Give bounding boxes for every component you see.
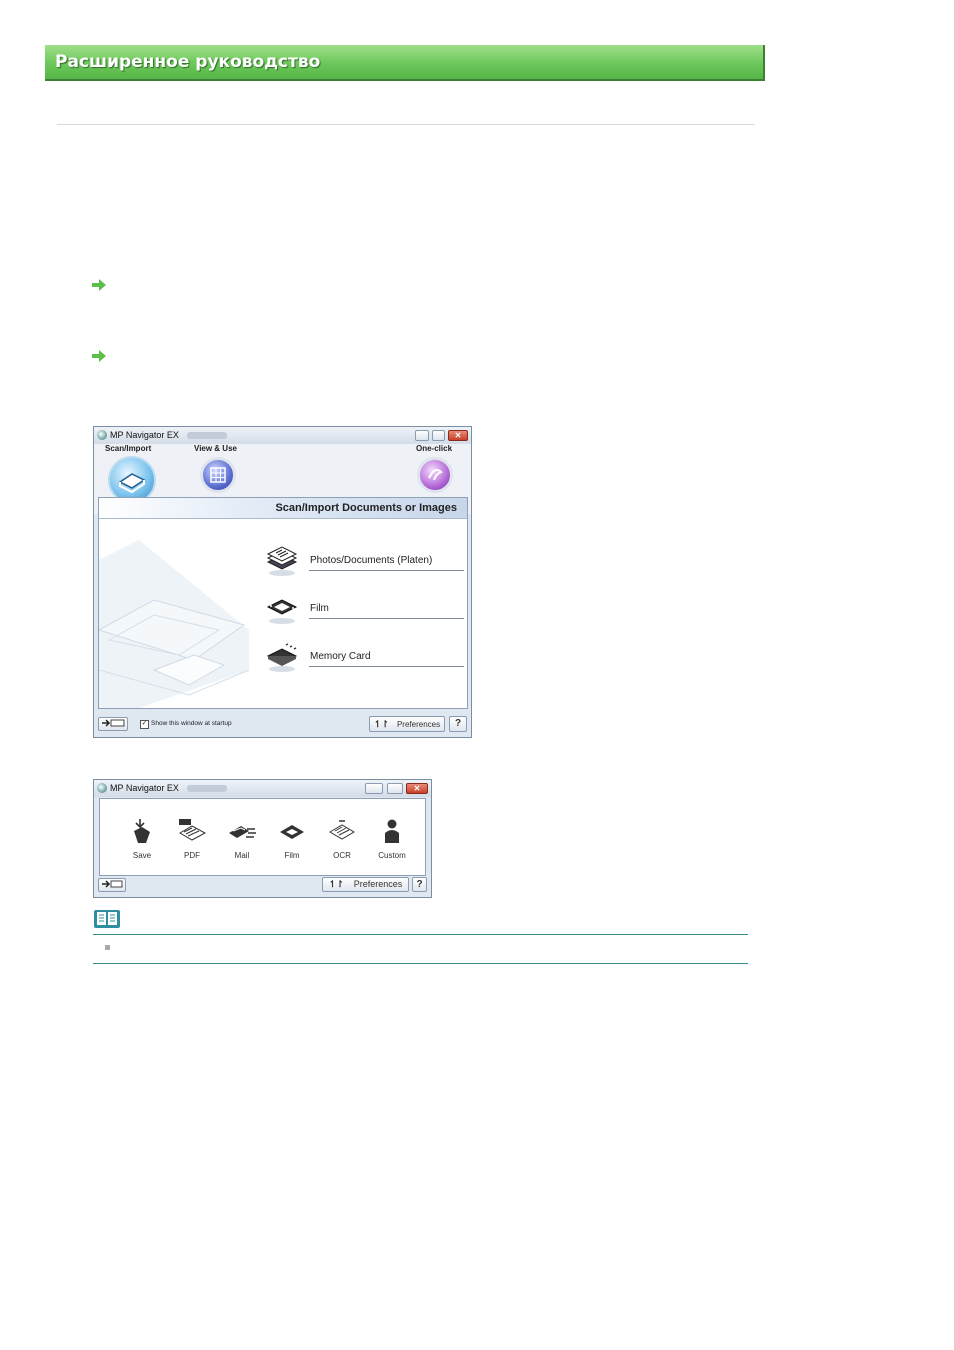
- scanner-icon: [118, 473, 146, 494]
- photos-documents-icon: [266, 546, 298, 576]
- scanner-illustration: [99, 540, 250, 708]
- maximize-button[interactable]: [387, 783, 403, 794]
- preferences-button[interactable]: ↿↾ Preferences: [322, 877, 409, 892]
- custom-label: Custom: [378, 851, 406, 860]
- switch-window-button[interactable]: [98, 878, 126, 892]
- memory-card-item[interactable]: Memory Card: [264, 643, 464, 674]
- memory-card-icon: [266, 643, 298, 672]
- ocr-icon: [329, 820, 355, 840]
- tab-one-click-label[interactable]: One-click: [416, 444, 452, 453]
- header-divider: [57, 124, 755, 125]
- window-title-model: [187, 432, 228, 440]
- scan-import-panel: Scan/Import Documents or Images Photos/D…: [98, 497, 468, 709]
- link-arrow-icon[interactable]: [92, 279, 106, 291]
- pdf-item[interactable]: PDF: [170, 817, 214, 860]
- note-top-divider: [93, 934, 748, 935]
- preferences-label: Preferences: [353, 879, 403, 889]
- photos-documents-label: Photos/Documents (Platen): [310, 555, 433, 566]
- link-arrow-icon[interactable]: [92, 350, 106, 362]
- page-header-banner: Расширенное руководство: [45, 45, 765, 81]
- pdf-label: PDF: [184, 851, 200, 860]
- window-bottom-bar: ✓ Show this window at startup ↿↾ Preferen…: [94, 713, 471, 737]
- minimize-button[interactable]: [415, 430, 429, 441]
- switch-window-button[interactable]: [98, 717, 128, 731]
- custom-item[interactable]: Custom: [370, 817, 414, 860]
- help-button[interactable]: ?: [449, 716, 467, 732]
- pdf-icon: [179, 819, 207, 841]
- panel-title: Scan/Import Documents or Images: [275, 502, 457, 514]
- save-item[interactable]: Save: [120, 817, 164, 860]
- film-item[interactable]: Film: [264, 596, 464, 626]
- ocr-label: OCR: [333, 851, 351, 860]
- preferences-label: Preferences: [396, 720, 441, 729]
- minimize-button[interactable]: [365, 783, 383, 794]
- window-titlebar: MP Navigator EX ✕: [94, 427, 471, 444]
- switch-window-icon: [102, 719, 125, 727]
- save-label: Save: [132, 851, 152, 860]
- photos-documents-platen-item[interactable]: Photos/Documents (Platen): [264, 546, 464, 578]
- mini-actions-panel: Save PDF Mail Film OCR Custom: [99, 798, 426, 876]
- page-header-title: Расширенное руководство: [55, 52, 321, 72]
- preferences-button[interactable]: ↿↾ Preferences: [369, 716, 445, 732]
- save-icon: [134, 819, 150, 843]
- help-button[interactable]: ?: [412, 877, 427, 892]
- show-at-startup-checkbox[interactable]: ✓: [140, 720, 149, 729]
- mp-navigator-mini-window: MP Navigator EX ✕ Save PDF Mail Film OCR…: [93, 779, 432, 898]
- close-button[interactable]: ✕: [448, 430, 468, 441]
- custom-icon: [385, 819, 399, 843]
- app-icon: [97, 783, 107, 793]
- window-titlebar: MP Navigator EX ✕: [94, 780, 431, 797]
- note-book-icon: [94, 910, 120, 928]
- panel-header: Scan/Import Documents or Images: [99, 498, 467, 519]
- window-title: MP Navigator EX: [110, 783, 179, 793]
- window-title: MP Navigator EX: [110, 430, 179, 440]
- film-icon: [266, 599, 298, 624]
- grid-view-icon: [210, 467, 226, 483]
- show-at-startup-label: Show this window at startup: [151, 720, 232, 727]
- switch-window-icon: [102, 880, 123, 888]
- film-label: Film: [284, 851, 300, 860]
- mail-icon: [229, 826, 256, 838]
- window-title-model: [187, 785, 228, 793]
- window-bottom-bar: ↿↾ Preferences ?: [94, 877, 431, 897]
- note-bullet: [105, 945, 110, 950]
- one-click-icon: [428, 469, 443, 481]
- note-bottom-divider: [93, 963, 748, 964]
- tab-view-use[interactable]: [200, 457, 236, 493]
- film-item[interactable]: Film: [270, 817, 314, 860]
- memory-card-label: Memory Card: [310, 651, 371, 662]
- film-icon: [280, 825, 304, 839]
- maximize-button[interactable]: [432, 430, 445, 441]
- film-label: Film: [310, 603, 329, 614]
- mail-item[interactable]: Mail: [220, 817, 264, 860]
- tab-one-click[interactable]: [417, 457, 453, 493]
- mail-label: Mail: [234, 851, 250, 860]
- preferences-icon: ↿↾: [373, 719, 389, 729]
- app-icon: [97, 430, 107, 440]
- mp-navigator-main-window: MP Navigator EX ✕ Scan/Import View & Use…: [93, 426, 472, 738]
- ocr-item[interactable]: OCR: [320, 817, 364, 860]
- tab-scan-import-label[interactable]: Scan/Import: [105, 444, 151, 453]
- close-button[interactable]: ✕: [406, 783, 428, 794]
- tab-view-use-label[interactable]: View & Use: [194, 444, 237, 453]
- preferences-icon: ↿↾: [328, 879, 344, 889]
